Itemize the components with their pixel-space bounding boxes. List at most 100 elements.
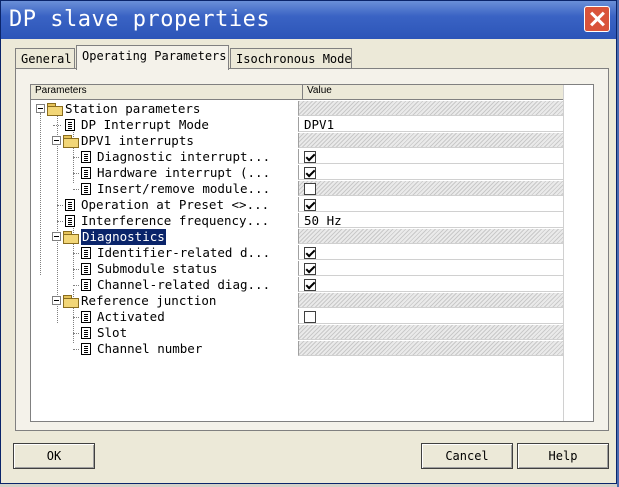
folder-icon: [63, 135, 79, 148]
param-label: Insert/remove module...: [97, 181, 271, 196]
checkbox-icon[interactable]: [304, 167, 316, 179]
tree-line: [57, 205, 63, 206]
value-cell: [298, 325, 563, 340]
document-icon: [81, 167, 91, 179]
document-icon: [81, 247, 91, 259]
document-icon: [81, 343, 91, 355]
value-cell: [298, 341, 563, 356]
close-icon[interactable]: [584, 6, 610, 32]
value-cell: [298, 149, 563, 164]
param-label: Diagnostic interrupt...: [97, 149, 271, 164]
value-cell: [298, 133, 563, 148]
document-icon: [65, 119, 75, 131]
row-submodule-status[interactable]: Submodule status: [31, 261, 563, 277]
row-dp-interrupt-mode[interactable]: DP Interrupt Mode DPV1: [31, 117, 563, 133]
checkbox-icon[interactable]: [304, 183, 316, 195]
tree-line: [73, 253, 79, 254]
window-title: DP slave properties: [9, 7, 271, 32]
param-label: Slot: [97, 325, 128, 340]
value-text: 50 Hz: [304, 213, 342, 228]
row-operation-at-preset[interactable]: Operation at Preset <>...: [31, 197, 563, 213]
collapse-icon[interactable]: [52, 232, 61, 241]
param-label: DPV1 interrupts: [81, 133, 194, 148]
tab-general[interactable]: General: [15, 48, 75, 69]
folder-icon: [47, 103, 63, 116]
tree-line: [73, 285, 79, 286]
document-icon: [81, 311, 91, 323]
tree-line: [73, 349, 79, 350]
param-label: Activated: [97, 309, 165, 324]
header-parameters[interactable]: Parameters: [35, 85, 87, 96]
header-value[interactable]: Value: [302, 85, 332, 99]
value-cell: [298, 181, 563, 196]
row-dpv1-interrupts[interactable]: DPV1 interrupts: [31, 133, 563, 149]
checkbox-icon[interactable]: [304, 263, 316, 275]
param-label: Submodule status: [97, 261, 218, 276]
checkbox-icon[interactable]: [304, 199, 316, 211]
param-label: Interference frequency...: [81, 213, 270, 228]
row-channel-related[interactable]: Channel-related diag...: [31, 277, 563, 293]
tree-line: [57, 221, 63, 222]
value-cell: [298, 229, 563, 244]
tree-line: [73, 317, 79, 318]
row-station-parameters[interactable]: Station parameters: [31, 101, 563, 117]
folder-icon: [63, 231, 79, 244]
checkbox-icon[interactable]: [304, 279, 316, 291]
tree-line: [73, 269, 79, 270]
tab-isochronous-mode[interactable]: Isochronous Mode: [230, 48, 352, 69]
grid-right-area: [563, 85, 593, 421]
collapse-icon[interactable]: [52, 136, 61, 145]
row-insert-remove-module[interactable]: Insert/remove module...: [31, 181, 563, 197]
cancel-button[interactable]: Cancel: [421, 443, 513, 469]
row-interference-frequency[interactable]: Interference frequency... 50 Hz: [31, 213, 563, 229]
value-cell[interactable]: 50 Hz: [298, 213, 563, 228]
tree-line: [73, 157, 79, 158]
document-icon: [81, 183, 91, 195]
value-cell: [298, 165, 563, 180]
tree-line: [73, 189, 79, 190]
value-text: DPV1: [304, 117, 335, 132]
param-label: Diagnostics: [81, 229, 166, 245]
document-icon: [81, 263, 91, 275]
row-channel-number[interactable]: Channel number: [31, 341, 563, 357]
tab-panel: Parameters Value Station parameters DP I…: [15, 68, 609, 431]
collapse-icon[interactable]: [36, 104, 45, 113]
dialog-window: DP slave properties General Operating Pa…: [0, 0, 617, 484]
value-cell: [298, 309, 563, 324]
value-cell: [298, 261, 563, 276]
parameter-grid: Parameters Value Station parameters DP I…: [30, 84, 594, 422]
document-icon: [81, 151, 91, 163]
param-label: Station parameters: [65, 101, 201, 116]
checkbox-icon[interactable]: [304, 247, 316, 259]
tab-operating-parameters[interactable]: Operating Parameters: [76, 45, 229, 70]
row-diagnostic-interrupt[interactable]: Diagnostic interrupt...: [31, 149, 563, 165]
checkbox-icon[interactable]: [304, 151, 316, 163]
tree-line: [73, 173, 79, 174]
tree-line: [73, 333, 79, 334]
row-identifier-related[interactable]: Identifier-related d...: [31, 245, 563, 261]
value-cell: [298, 245, 563, 260]
row-activated[interactable]: Activated: [31, 309, 563, 325]
tree-line: [53, 125, 61, 126]
help-button[interactable]: Help: [517, 443, 609, 469]
value-cell[interactable]: DPV1: [298, 117, 563, 132]
param-label: Reference junction: [81, 293, 217, 308]
collapse-icon[interactable]: [52, 296, 61, 305]
row-hardware-interrupt[interactable]: Hardware interrupt (...: [31, 165, 563, 181]
row-slot[interactable]: Slot: [31, 325, 563, 341]
title-bar[interactable]: DP slave properties: [1, 1, 616, 39]
document-icon: [81, 279, 91, 291]
value-cell: [298, 197, 563, 212]
row-reference-junction[interactable]: Reference junction: [31, 293, 563, 309]
row-diagnostics[interactable]: Diagnostics: [31, 229, 563, 245]
param-label: Operation at Preset <>...: [81, 197, 270, 212]
value-cell: [298, 293, 563, 308]
folder-icon: [63, 295, 79, 308]
param-label: Identifier-related d...: [97, 245, 271, 260]
ok-button[interactable]: OK: [13, 443, 95, 469]
param-label: DP Interrupt Mode: [81, 117, 209, 132]
param-label: Channel number: [97, 341, 203, 356]
document-icon: [81, 327, 91, 339]
checkbox-icon[interactable]: [304, 311, 316, 323]
document-icon: [65, 215, 75, 227]
